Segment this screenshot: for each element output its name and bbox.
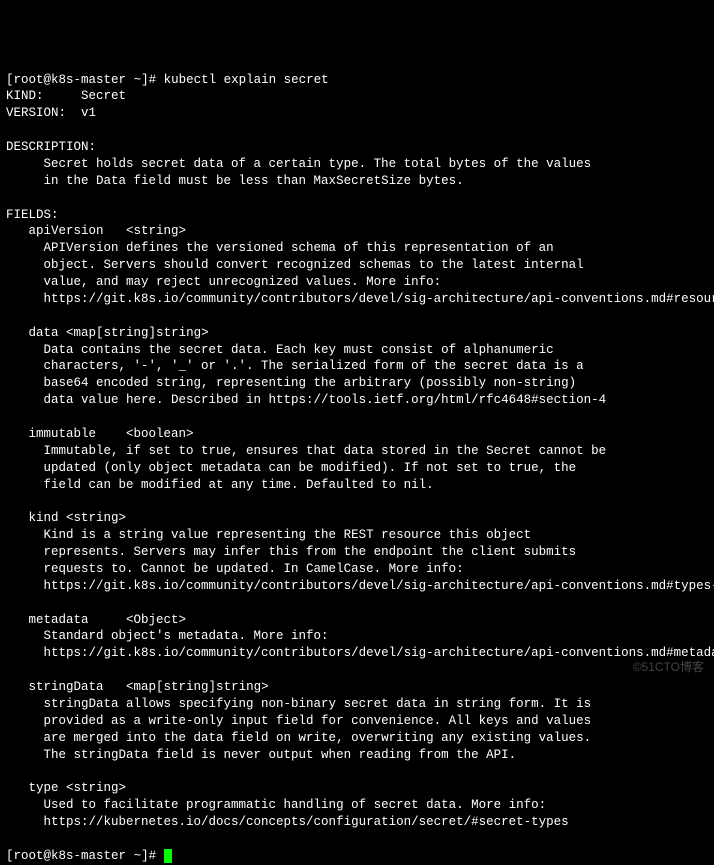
- field-desc: characters, '-', '_' or '.'. The seriali…: [44, 359, 584, 373]
- field-name: type: [29, 781, 59, 795]
- prompt-host: k8s-master: [51, 73, 126, 87]
- field-name: immutable: [29, 427, 97, 441]
- field-desc: https://git.k8s.io/community/contributor…: [44, 646, 714, 660]
- version-value: v1: [81, 106, 96, 120]
- field-desc: The stringData field is never output whe…: [44, 748, 517, 762]
- field-type: <string>: [66, 511, 126, 525]
- field-desc: updated (only object metadata can be mod…: [44, 461, 577, 475]
- field-desc: field can be modified at any time. Defau…: [44, 478, 434, 492]
- field-desc: data value here. Described in https://to…: [44, 393, 607, 407]
- fields-label: FIELDS:: [6, 208, 59, 222]
- field-desc: provided as a write-only input field for…: [44, 714, 592, 728]
- prompt-user: root: [14, 849, 44, 863]
- prompt-host: k8s-master: [51, 849, 126, 863]
- watermark-text: ©51CTO博客: [633, 659, 704, 675]
- field-type: <map[string]string>: [126, 680, 269, 694]
- description-label: DESCRIPTION:: [6, 140, 96, 154]
- prompt-path: ~: [134, 73, 142, 87]
- prompt-symbol: #: [149, 849, 157, 863]
- field-desc: represents. Servers may infer this from …: [44, 545, 577, 559]
- kind-value: Secret: [81, 89, 126, 103]
- field-name: data: [29, 326, 59, 340]
- field-desc: Used to facilitate programmatic handling…: [44, 798, 547, 812]
- field-desc: https://kubernetes.io/docs/concepts/conf…: [44, 815, 569, 829]
- field-desc: object. Servers should convert recognize…: [44, 258, 584, 272]
- field-type: <Object>: [126, 613, 186, 627]
- description-line: Secret holds secret data of a certain ty…: [44, 157, 592, 171]
- prompt-symbol: #: [149, 73, 157, 87]
- field-name: kind: [29, 511, 59, 525]
- field-desc: Standard object's metadata. More info:: [44, 629, 329, 643]
- field-desc: Data contains the secret data. Each key …: [44, 343, 554, 357]
- version-label: VERSION:: [6, 106, 66, 120]
- prompt-path: ~: [134, 849, 142, 863]
- prompt-user: root: [14, 73, 44, 87]
- field-name: metadata: [29, 613, 89, 627]
- field-desc: https://git.k8s.io/community/contributor…: [44, 292, 714, 306]
- field-name: apiVersion: [29, 224, 104, 238]
- command-text: kubectl explain secret: [164, 73, 329, 87]
- field-type: <string>: [66, 781, 126, 795]
- field-type: <boolean>: [126, 427, 194, 441]
- field-desc: APIVersion defines the versioned schema …: [44, 241, 554, 255]
- field-type: <string>: [126, 224, 186, 238]
- field-name: stringData: [29, 680, 104, 694]
- field-desc: base64 encoded string, representing the …: [44, 376, 577, 390]
- terminal-cursor[interactable]: [164, 849, 172, 863]
- field-type: <map[string]string>: [66, 326, 209, 340]
- field-desc: requests to. Cannot be updated. In Camel…: [44, 562, 464, 576]
- terminal-output: [root@k8s-master ~]# kubectl explain sec…: [6, 73, 714, 863]
- description-line: in the Data field must be less than MaxS…: [44, 174, 464, 188]
- field-desc: are merged into the data field on write,…: [44, 731, 592, 745]
- field-desc: Kind is a string value representing the …: [44, 528, 532, 542]
- kind-label: KIND:: [6, 89, 44, 103]
- field-desc: value, and may reject unrecognized value…: [44, 275, 442, 289]
- field-desc: Immutable, if set to true, ensures that …: [44, 444, 607, 458]
- field-desc: https://git.k8s.io/community/contributor…: [44, 579, 714, 593]
